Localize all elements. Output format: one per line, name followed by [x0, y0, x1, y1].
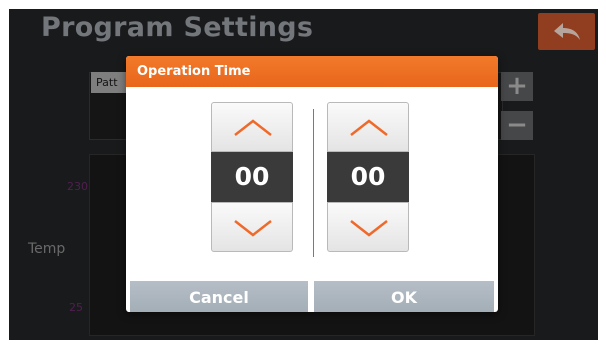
hours-decrement-button[interactable] [211, 202, 293, 252]
dialog-title: Operation Time [126, 56, 498, 87]
minutes-increment-button[interactable] [327, 102, 409, 152]
hours-increment-button[interactable] [211, 102, 293, 152]
device-screen: Program Settings Patt + − 230 Temp 25 Op… [9, 9, 598, 340]
minutes-value: 00 [327, 152, 409, 202]
operation-time-dialog: Operation Time 00 00 Cancel OK [126, 56, 498, 312]
chevron-up-icon [350, 119, 388, 136]
chevron-down-icon [234, 220, 272, 237]
hours-spinner: 00 [211, 102, 293, 252]
chevron-up-icon [234, 119, 272, 136]
ok-button[interactable]: OK [314, 281, 494, 312]
minutes-decrement-button[interactable] [327, 202, 409, 252]
minutes-spinner: 00 [327, 102, 409, 252]
cancel-button[interactable]: Cancel [130, 281, 308, 312]
chevron-down-icon [350, 220, 388, 237]
spinner-divider [313, 109, 314, 257]
hours-value: 00 [211, 152, 293, 202]
